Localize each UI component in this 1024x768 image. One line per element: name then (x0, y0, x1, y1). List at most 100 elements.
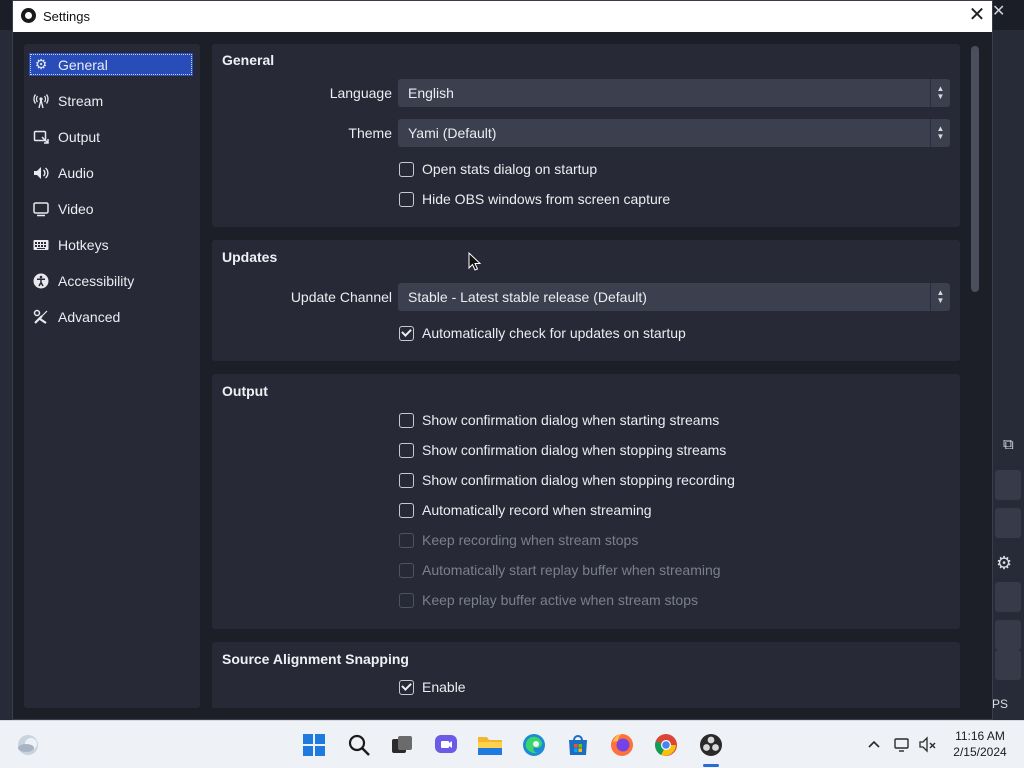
gear-icon[interactable]: ⚙ (996, 553, 1012, 574)
dialog-title: Settings (43, 9, 90, 24)
keyboard-icon (33, 237, 49, 253)
theme-label: Theme (348, 125, 392, 141)
background-button[interactable] (995, 650, 1021, 680)
sidebar-item-audio[interactable]: Audio (29, 161, 193, 184)
checkbox-label: Automatically start replay buffer when s… (422, 562, 721, 578)
checkbox-box (399, 502, 414, 518)
confirm-stop-stream-checkbox[interactable]: Show confirmation dialog when stopping s… (399, 441, 726, 459)
sidebar-item-label: Audio (58, 164, 94, 181)
checkbox-box (399, 592, 414, 608)
clock-time: 11:16 AM (955, 729, 1005, 743)
taskbar-clock[interactable]: 11:16 AM 2/15/2024 (948, 728, 1012, 760)
obs-logo-icon (21, 8, 36, 23)
checkbox-label: Hide OBS windows from screen capture (422, 191, 671, 207)
sidebar-item-label: Output (58, 128, 101, 145)
background-window-left-edge (0, 30, 12, 720)
checkbox-box-checked (399, 325, 414, 341)
file-explorer-icon[interactable] (477, 732, 503, 758)
background-window-right-edge (993, 30, 1024, 720)
microsoft-store-icon[interactable] (565, 732, 591, 758)
confirm-stop-recording-checkbox[interactable]: Show confirmation dialog when stopping r… (399, 471, 735, 489)
checkbox-label: Automatically record when streaming (422, 502, 652, 518)
mouse-cursor-icon (468, 252, 482, 271)
search-icon[interactable] (346, 732, 372, 758)
update-channel-select[interactable]: Stable - Latest stable release (Default)… (398, 283, 950, 311)
scrollbar-thumb[interactable] (971, 46, 979, 292)
gear-icon: ⚙ (34, 56, 48, 72)
sidebar-item-advanced[interactable]: Advanced (29, 305, 193, 328)
chevron-updown-icon: ▲ ▼ (930, 283, 950, 311)
sidebar-item-label: Hotkeys (58, 236, 109, 253)
windows-taskbar: 11:16 AM 2/15/2024 (0, 720, 1024, 768)
language-select[interactable]: English ▲ ▼ (398, 79, 950, 107)
auto-record-checkbox[interactable]: Automatically record when streaming (399, 501, 652, 519)
snapping-group: Source Alignment Snapping Enable (212, 642, 960, 708)
dialog-titlebar: Settings ✕ (13, 1, 992, 32)
checkbox-label: Show confirmation dialog when stopping s… (422, 442, 727, 458)
checkbox-box (399, 472, 414, 488)
background-button[interactable] (995, 508, 1021, 538)
output-icon (33, 129, 49, 145)
windows-start-icon[interactable] (301, 732, 327, 758)
checkbox-label: Keep replay buffer active when stream st… (422, 592, 699, 608)
checkbox-box (399, 412, 414, 428)
sidebar-item-general[interactable]: ⚙ General (29, 53, 193, 76)
background-status-text: PS (992, 697, 1009, 711)
firefox-icon[interactable] (609, 732, 635, 758)
antenna-icon (33, 93, 49, 109)
hide-obs-windows-checkbox[interactable]: Hide OBS windows from screen capture (399, 190, 670, 208)
open-stats-checkbox[interactable]: Open stats dialog on startup (399, 160, 597, 178)
sidebar-item-accessibility[interactable]: Accessibility (29, 269, 193, 292)
checkbox-box (399, 562, 414, 578)
checkbox-label: Open stats dialog on startup (422, 161, 598, 177)
volume-muted-icon[interactable] (919, 736, 937, 758)
accessibility-icon (33, 273, 49, 289)
background-close-icon[interactable]: ✕ (992, 1, 1005, 21)
monitor-icon (33, 201, 49, 217)
active-app-indicator (703, 764, 719, 767)
checkbox-label: Enable (422, 679, 466, 695)
theme-select[interactable]: Yami (Default) ▲ ▼ (398, 119, 950, 147)
tools-icon (33, 309, 49, 325)
checkbox-box-checked (399, 679, 414, 695)
weather-icon[interactable] (15, 732, 41, 758)
sidebar-item-label: Video (58, 200, 94, 217)
content-scrollbar[interactable] (968, 44, 982, 708)
keep-recording-checkbox: Keep recording when stream stops (399, 531, 638, 549)
checkbox-label: Show confirmation dialog when stopping r… (422, 472, 735, 488)
chevron-updown-icon: ▲ ▼ (930, 79, 950, 107)
close-button[interactable]: ✕ (962, 1, 992, 32)
auto-check-updates-checkbox[interactable]: Automatically check for updates on start… (399, 324, 686, 342)
language-value: English (408, 85, 454, 101)
obs-studio-icon[interactable] (698, 732, 724, 758)
checkbox-box (399, 191, 414, 207)
checkbox-label: Keep recording when stream stops (422, 532, 639, 548)
group-title-output: Output (222, 383, 268, 399)
sidebar-item-label: Advanced (58, 308, 121, 325)
background-button[interactable] (995, 470, 1021, 500)
speaker-icon (33, 165, 49, 181)
dock-icon[interactable]: ⧉ (1003, 436, 1014, 453)
settings-content: General Language English ▲ ▼ Theme Yami (… (212, 44, 960, 708)
task-view-icon[interactable] (389, 732, 415, 758)
checkbox-box (399, 532, 414, 548)
output-group: Output Show confirmation dialog when sta… (212, 374, 960, 629)
sidebar-item-hotkeys[interactable]: Hotkeys (29, 233, 193, 256)
clock-date: 2/15/2024 (953, 745, 1007, 759)
network-icon[interactable] (893, 736, 911, 758)
snapping-enable-checkbox[interactable]: Enable (399, 678, 466, 696)
background-button[interactable] (995, 582, 1021, 612)
chevron-up-icon[interactable] (866, 736, 882, 756)
keep-replay-buffer-checkbox: Keep replay buffer active when stream st… (399, 591, 698, 609)
update-channel-value: Stable - Latest stable release (Default) (408, 289, 647, 305)
settings-sidebar: ⚙ General Stream Output Audio Video Hotk… (24, 44, 200, 708)
sidebar-item-stream[interactable]: Stream (29, 89, 193, 112)
edge-browser-icon[interactable] (521, 732, 547, 758)
checkbox-box (399, 161, 414, 177)
sidebar-item-output[interactable]: Output (29, 125, 193, 148)
sidebar-item-video[interactable]: Video (29, 197, 193, 220)
background-button[interactable] (995, 620, 1021, 650)
chat-icon[interactable] (433, 732, 459, 758)
chrome-icon[interactable] (653, 732, 679, 758)
confirm-start-stream-checkbox[interactable]: Show confirmation dialog when starting s… (399, 411, 719, 429)
